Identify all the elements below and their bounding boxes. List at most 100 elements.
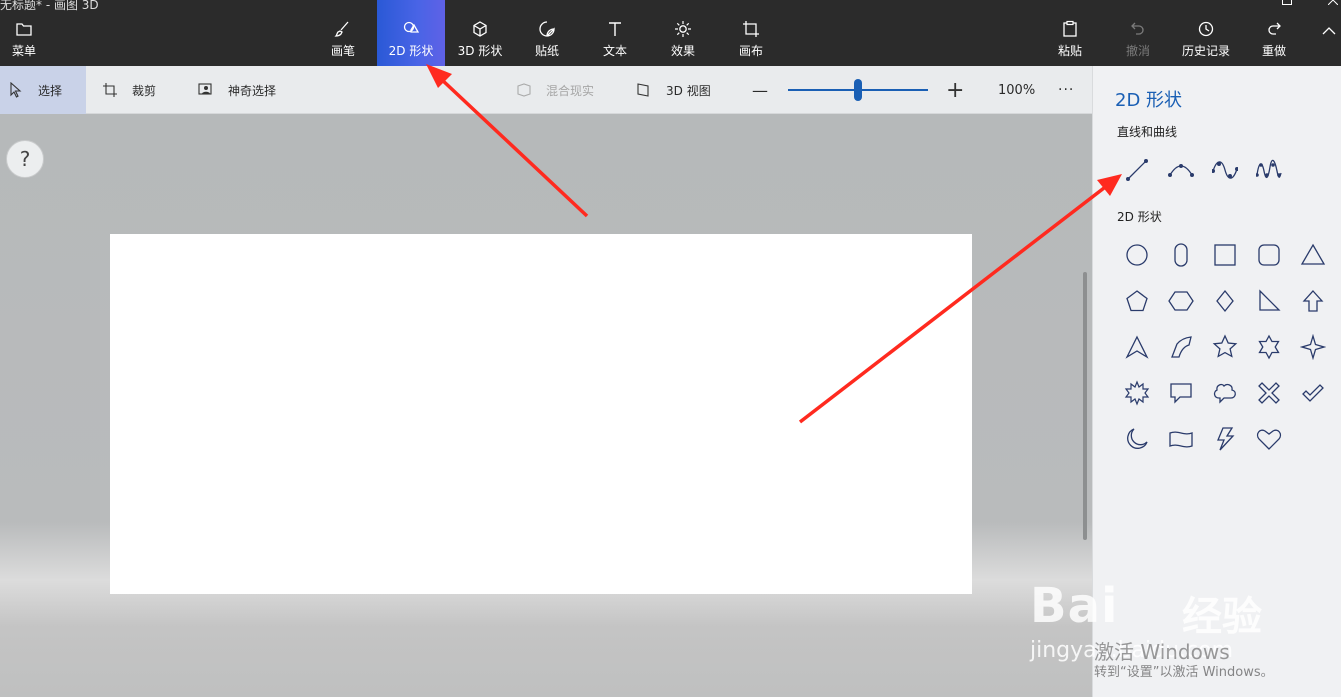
tool-effects-button[interactable]: 效果 [661,0,705,66]
zoom-slider-thumb [854,79,862,101]
action-label: 粘贴 [1057,44,1082,58]
arrow-up-shape[interactable] [1295,283,1331,319]
crop-icon [103,83,117,97]
star-5-icon [1212,334,1238,358]
paste-button[interactable]: 粘贴 [1048,0,1092,66]
rounded-square-icon [1258,244,1280,266]
history-button[interactable]: 历史记录 [1176,0,1236,66]
tool-text-button[interactable]: 文本 [593,0,637,66]
undo-icon [1131,22,1144,35]
zoom-in-button[interactable]: + [946,66,964,114]
triangle-icon [1300,243,1326,265]
magic-select-label: 神奇选择 [228,83,277,98]
wave-curve-icon [1256,159,1282,178]
3d-view-button[interactable]: 3D 视图 [636,66,711,114]
action-label: 撤消 [1125,44,1150,58]
curve-tool-2[interactable] [1207,152,1243,188]
tool-label: 贴纸 [534,44,559,58]
tool-sticker-button[interactable]: 贴纸 [525,0,569,66]
curve-icon [1168,164,1194,177]
magic-select-button[interactable]: 神奇选择 [198,66,276,114]
pentagon-shape[interactable] [1119,283,1155,319]
circle-icon [1126,244,1148,266]
top-ribbon: 无标题* - 画图 3D 菜单 画笔 2D 形状 3D 形状 贴纸 文本 效果 … [0,0,1341,66]
tool-canvas-button[interactable]: 画布 [729,0,773,66]
3d-view-icon [637,83,649,97]
activate-windows-hint: 转到“设置”以激活 Windows。 [1094,665,1274,680]
square-icon [1214,244,1236,266]
tool-3d-shapes-button[interactable]: 3D 形状 [455,0,505,66]
3d-view-label: 3D 视图 [666,83,711,98]
lines-section-heading: 直线和曲线 [1117,125,1178,139]
arrowhead-shape[interactable] [1119,329,1155,365]
tool-label: 2D 形状 [388,44,434,58]
thought-bubble-icon [1213,383,1236,404]
pill-shape[interactable] [1163,237,1199,273]
maximize-icon[interactable] [1264,0,1310,8]
crop-label: 裁剪 [132,83,157,98]
zoom-slider[interactable] [788,66,928,114]
star-4-icon [1300,334,1326,360]
vertical-scrollbar[interactable] [1083,272,1087,540]
arrowhead-icon [1125,335,1149,359]
paste-icon [1063,20,1077,37]
curve-tool-3[interactable] [1251,152,1287,188]
star-6-shape[interactable] [1251,329,1287,365]
quarter-circle-shape[interactable] [1163,329,1199,365]
right-triangle-shape[interactable] [1251,283,1287,319]
line-tool[interactable] [1119,152,1155,188]
diamond-icon [1216,289,1234,313]
panel-title: 2D 形状 [1115,90,1183,111]
menu-label: 菜单 [11,44,36,58]
banner-shape[interactable] [1163,421,1199,457]
star-6-icon [1258,334,1280,360]
pill-icon [1174,243,1188,267]
heart-icon [1256,429,1282,450]
mixed-reality-label: 混合现实 [546,83,595,98]
burst-icon [1124,380,1150,406]
x-mark-icon [1258,382,1280,404]
star-5-shape[interactable] [1207,329,1243,365]
thought-bubble-shape[interactable] [1207,375,1243,411]
more-options-button[interactable]: ··· [1058,66,1074,114]
history-icon [1198,21,1214,37]
burst-shape[interactable] [1119,375,1155,411]
tool-2d-shapes-button[interactable]: 2D 形状 [377,0,445,66]
square-shape[interactable] [1207,237,1243,273]
collapse-ribbon-button[interactable] [1316,0,1341,66]
quarter-circle-icon [1171,336,1192,358]
x-mark-shape[interactable] [1251,375,1287,411]
rounded-square-shape[interactable] [1251,237,1287,273]
undo-button[interactable]: 撤消 [1116,0,1160,66]
circle-shape[interactable] [1119,237,1155,273]
line-icon [1126,159,1148,181]
hexagon-shape[interactable] [1163,283,1199,319]
heart-shape[interactable] [1251,421,1287,457]
cursor-arrow-icon [10,82,22,98]
check-mark-shape[interactable] [1295,375,1331,411]
3d-cube-icon [473,21,487,37]
crescent-shape[interactable] [1119,421,1155,457]
zoom-percent[interactable]: 100% [998,66,1035,114]
tool-brush-button[interactable]: 画笔 [320,0,366,66]
arrow-up-icon [1302,290,1324,312]
star-4-shape[interactable] [1295,329,1331,365]
select-button[interactable]: 选择 [0,66,86,114]
speech-bubble-icon [1170,383,1192,404]
select-label: 选择 [38,83,63,98]
2d-shapes-icon [403,21,420,33]
crop-button[interactable]: 裁剪 [102,66,156,114]
zoom-out-button[interactable]: — [752,66,768,114]
mixed-reality-button[interactable]: 混合现实 [516,66,594,114]
menu-button[interactable]: 菜单 [0,0,48,66]
drawing-canvas[interactable] [110,234,972,594]
diamond-shape[interactable] [1207,283,1243,319]
check-mark-icon [1302,384,1324,402]
help-button[interactable]: ? [6,140,44,178]
curve-tool-1[interactable] [1163,152,1199,188]
lightning-shape[interactable] [1207,421,1243,457]
speech-bubble-shape[interactable] [1163,375,1199,411]
close-icon[interactable] [1310,0,1341,8]
triangle-shape[interactable] [1295,237,1331,273]
redo-button[interactable]: 重做 [1252,0,1296,66]
